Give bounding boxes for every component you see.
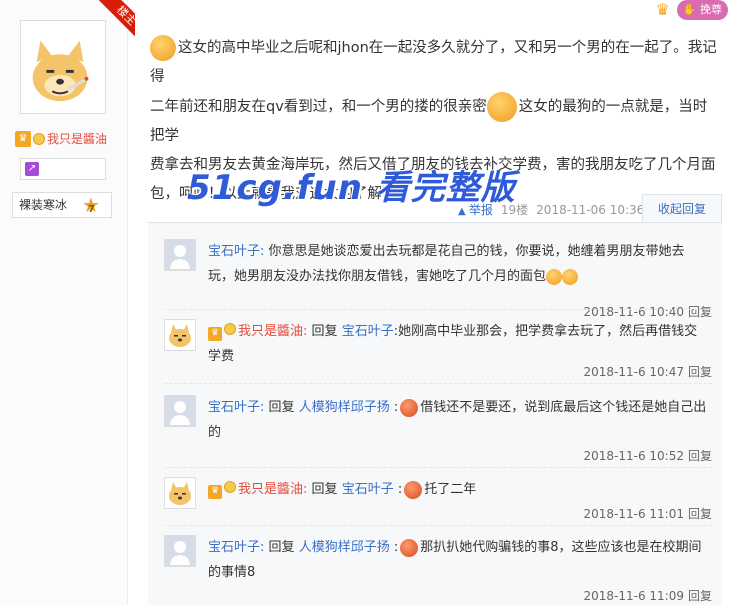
angry-emoji-icon: [404, 480, 423, 499]
reply-meta: 2018-11-6 10:52 回复: [583, 447, 712, 464]
dog-avatar[interactable]: [164, 477, 196, 509]
tongue-emoji-icon: [562, 268, 579, 285]
reply-word: 回复: [311, 324, 338, 339]
author-avatar[interactable]: [20, 20, 106, 114]
arrow-badge-icon: ↗: [25, 162, 39, 176]
reply-word: 回复: [268, 400, 295, 415]
crown-icon: ♛: [208, 484, 222, 499]
doge-avatar-image: [169, 324, 191, 347]
reply-body: 宝石叶子: 你意思是她谈恋爱出去玩都是花自己的钱，你要说，她缠着男朋友带她去玩，…: [208, 239, 708, 289]
author-name[interactable]: 我只是醬油: [47, 130, 107, 147]
author-tag[interactable]: 裸装寒冰 ★ 7: [12, 192, 112, 218]
level-star-number: 7: [88, 204, 95, 215]
reply-username[interactable]: 宝石叶子:: [208, 400, 264, 415]
reply-target[interactable]: 人模狗样邱子扬: [299, 400, 390, 415]
post-line-1: 这女的高中毕业之后呢和jhon在一起没多久就分了，又和另一个男的在一起了。我记得: [150, 40, 717, 85]
report-link[interactable]: 举报: [458, 201, 493, 218]
reply-meta: 2018-11-6 11:09 回复: [583, 587, 712, 604]
angry-emoji-icon: [400, 538, 419, 557]
reply-button[interactable]: 回复: [688, 305, 712, 319]
reply-list: 宝石叶子: 你意思是她谈恋爱出去玩都是花自己的钱，你要说，她缠着男朋友带她去玩，…: [148, 222, 722, 605]
reply-divider: [164, 525, 712, 526]
reply-body: 宝石叶子: 回复 人模狗样邱子扬 : 借钱还不是要还，说到底最后这个钱还是她自己出…: [208, 398, 707, 440]
reply-button[interactable]: 回复: [688, 589, 712, 603]
reply-body: ♛ 我只是醬油: 回复 宝石叶子:她刚高中毕业那会，把学费拿去玩了，然后再借钱交学…: [208, 319, 708, 369]
reply-time: 2018-11-6 10:40: [583, 305, 684, 319]
reply-item: 宝石叶子: 回复 人模狗样邱子扬 : 借钱还不是要还，说到底最后这个钱还是她自己出…: [164, 395, 712, 465]
author-level: ♛ 我只是醬油: [15, 130, 107, 147]
tongue-emoji-icon: [486, 92, 517, 122]
tongue-emoji-icon: [546, 268, 563, 285]
author-sidebar: 楼主 ♛ 我只是醬油 ↗ 裸装寒冰 ★ 7: [0, 0, 135, 605]
default-avatar[interactable]: [164, 239, 196, 271]
crown-icon: ♛: [15, 130, 31, 147]
smile-icon: [224, 323, 236, 335]
reply-body: 宝石叶子: 回复 人模狗样邱子扬 : 那扒扒她代购骗钱的事8，这些应该也是在校期间…: [208, 538, 702, 580]
reply-username[interactable]: 我只是醬油:: [238, 482, 307, 497]
reply-word: 回复: [311, 482, 338, 497]
crown-vip-icon[interactable]: ♛: [653, 0, 673, 20]
reply-target[interactable]: 宝石叶子: [342, 324, 394, 339]
doge-avatar-image: [169, 482, 191, 505]
default-avatar[interactable]: [164, 395, 196, 427]
reply-item: ♛ 我只是醬油: 回复 宝石叶子 : 托了二年 2018-11-6 11:01 回复: [164, 477, 712, 521]
reply-meta: 2018-11-6 10:40 回复: [583, 303, 712, 320]
default-avatar[interactable]: [164, 535, 196, 567]
reply-button[interactable]: 回复: [688, 449, 712, 463]
reply-divider: [164, 383, 712, 384]
reply-time: 2018-11-6 11:09: [583, 589, 684, 603]
dog-avatar[interactable]: [164, 319, 196, 351]
huanzun-label: 挽尊: [700, 3, 722, 16]
post-line-2a: 二年前还和朋友在qv看到过，和一个男的搂的很亲密: [150, 99, 487, 115]
collapse-replies-button[interactable]: 收起回复: [642, 194, 722, 222]
reply-username[interactable]: 我只是醬油:: [238, 324, 307, 339]
reply-target[interactable]: 宝石叶子: [342, 482, 394, 497]
reply-time: 2018-11-6 10:47: [583, 365, 684, 379]
reply-divider: [164, 467, 712, 468]
reply-text: 托了二年: [424, 482, 477, 497]
reply-item: 宝石叶子: 回复 人模狗样邱子扬 : 那扒扒她代购骗钱的事8，这些应该也是在校期间…: [164, 535, 712, 605]
reply-meta: 2018-11-6 11:01 回复: [583, 505, 712, 522]
reply-button[interactable]: 回复: [688, 365, 712, 379]
angry-emoji-icon: [400, 398, 419, 417]
reply-time: 2018-11-6 11:01: [583, 507, 684, 521]
smile-icon: [33, 132, 45, 145]
post-meta: 举报 19楼 2018-11-06 10:36: [458, 201, 644, 218]
author-tag-label: 裸装寒冰: [19, 198, 68, 212]
doge-avatar-image: [32, 40, 89, 102]
reply-body: ♛ 我只是醬油: 回复 宝石叶子 : 托了二年: [208, 477, 708, 502]
tongue-emoji-icon: [150, 35, 176, 61]
huanzun-button[interactable]: ✋ 挽尊: [676, 0, 728, 20]
reply-item: 宝石叶子: 你意思是她谈恋爱出去玩都是花自己的钱，你要说，她缠着男朋友带她去玩，…: [164, 239, 712, 319]
author-badge[interactable]: ↗: [20, 158, 106, 180]
reply-meta: 2018-11-6 10:47 回复: [583, 363, 712, 380]
floor-number: 19楼: [500, 203, 529, 217]
reply-word: 回复: [268, 540, 295, 555]
reply-target[interactable]: 人模狗样邱子扬: [299, 540, 390, 555]
reply-item: ♛ 我只是醬油: 回复 宝石叶子:她刚高中毕业那会，把学费拿去玩了，然后再借钱交学…: [164, 319, 712, 379]
top-right-tools: ♛ ✋ 挽尊: [653, 0, 728, 20]
reply-button[interactable]: 回复: [688, 507, 712, 521]
smile-icon: [224, 481, 236, 493]
reply-divider: [164, 309, 712, 310]
reply-username[interactable]: 宝石叶子:: [208, 244, 264, 259]
crown-icon: ♛: [208, 326, 222, 341]
reply-username[interactable]: 宝石叶子:: [208, 540, 264, 555]
reply-time: 2018-11-6 10:52: [583, 449, 684, 463]
reply-text: 你意思是她谈恋爱出去玩都是花自己的钱，你要说，她缠着男朋友带她去玩，她男朋友没办…: [208, 244, 685, 284]
post-datetime: 2018-11-06 10:36: [536, 202, 645, 217]
